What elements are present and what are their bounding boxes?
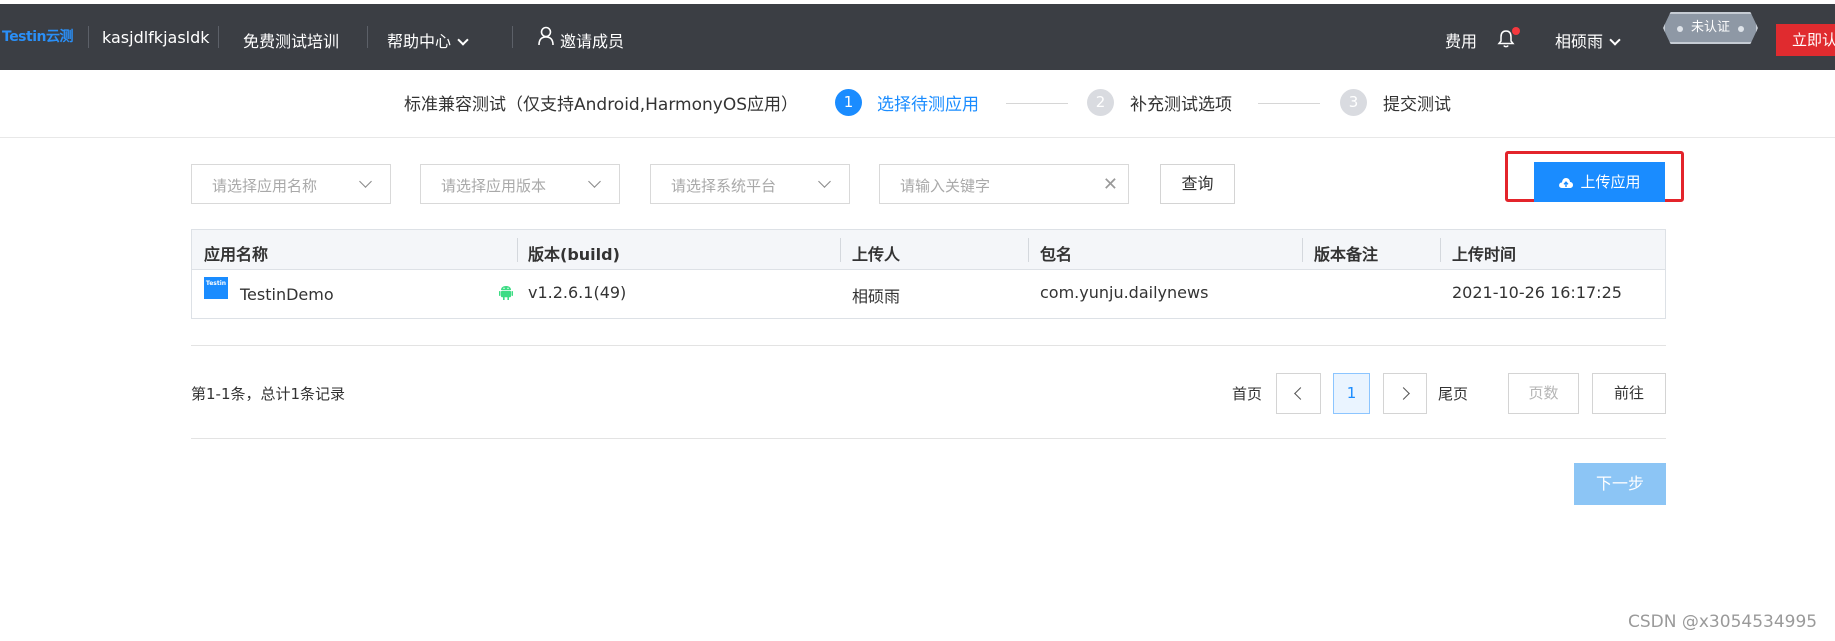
column-divider <box>517 238 518 262</box>
step-3-number: 3 <box>1340 89 1367 116</box>
nav-divider <box>88 26 89 48</box>
step-1-number: 1 <box>835 89 862 116</box>
step-2-number: 2 <box>1087 89 1114 116</box>
invite-member-link[interactable]: 邀请成员 <box>560 28 624 52</box>
nav-help-menu[interactable]: 帮助中心 <box>387 28 469 52</box>
keyword-placeholder: 请输入关键字 <box>900 177 991 195</box>
watermark: CSDN @x3054534995 <box>1628 612 1818 632</box>
badge-dot <box>1738 26 1744 32</box>
chevron-right-icon <box>1396 387 1410 400</box>
workspace-name[interactable]: kasjdlfkjasldk <box>102 28 210 47</box>
app-version-placeholder: 请选择应用版本 <box>441 177 547 195</box>
certify-now-button[interactable]: 立即认证 <box>1776 24 1835 56</box>
column-header-version: 版本(build) <box>528 245 620 264</box>
nav-divider <box>512 26 513 48</box>
column-divider <box>1440 238 1441 262</box>
testin-logo[interactable]: Testin云测 <box>2 26 73 46</box>
person-icon[interactable] <box>538 26 556 46</box>
platform-placeholder: 请选择系统平台 <box>671 177 777 195</box>
uploader-cell: 相硕雨 <box>852 287 901 306</box>
step-connector <box>1006 103 1068 104</box>
user-menu[interactable]: 相硕雨 <box>1555 28 1621 52</box>
app-name-cell[interactable]: TestinDemo <box>240 285 334 304</box>
chevron-left-icon <box>1294 387 1307 400</box>
page-number-placeholder: 页数 <box>1528 384 1559 402</box>
app-table: 应用名称 版本(build) 上传人 包名 版本备注 上传时间 Testin T… <box>191 229 1666 319</box>
first-page-link[interactable]: 首页 <box>1232 383 1262 404</box>
step-1-label: 选择待测应用 <box>877 95 979 115</box>
upload-app-label: 上传应用 <box>1580 173 1641 191</box>
column-header-app-name: 应用名称 <box>204 245 269 264</box>
step-2-label: 补充测试选项 <box>1130 95 1232 115</box>
nav-divider <box>218 26 219 48</box>
app-version-select[interactable]: 请选择应用版本 <box>420 164 620 204</box>
column-header-upload-time: 上传时间 <box>1452 245 1517 264</box>
upload-app-button[interactable]: 上传应用 <box>1534 162 1665 202</box>
step-connector <box>1258 103 1320 104</box>
package-cell: com.yunju.dailynews <box>1040 283 1209 302</box>
prev-page-button[interactable] <box>1276 373 1321 414</box>
clear-icon[interactable]: ✕ <box>1103 174 1118 195</box>
chevron-down-icon <box>359 175 372 188</box>
last-page-link[interactable]: 尾页 <box>1438 383 1468 404</box>
keyword-search-input[interactable]: 请输入关键字 ✕ <box>879 164 1129 204</box>
column-header-note: 版本备注 <box>1314 245 1379 264</box>
badge-dot <box>1677 26 1683 32</box>
app-name-select[interactable]: 请选择应用名称 <box>191 164 391 204</box>
version-cell: v1.2.6.1(49) <box>528 283 627 302</box>
nav-fees-link[interactable]: 费用 <box>1445 28 1477 52</box>
column-divider <box>840 238 841 262</box>
notification-dot <box>1512 27 1520 35</box>
go-to-page-button[interactable]: 前往 <box>1592 373 1666 414</box>
chevron-down-icon <box>588 175 601 188</box>
app-name-placeholder: 请选择应用名称 <box>212 177 318 195</box>
step-3-label: 提交测试 <box>1383 95 1451 115</box>
page-number-current[interactable]: 1 <box>1333 373 1370 414</box>
nav-help-label: 帮助中心 <box>387 32 452 51</box>
wizard-steps: 标准兼容测试（仅支持Android,HarmonyOS应用） 1 选择待测应用 … <box>0 70 1835 138</box>
nav-training-link[interactable]: 免费测试培训 <box>243 28 339 52</box>
records-summary: 第1-1条，总计1条记录 <box>191 385 346 403</box>
upload-time-cell: 2021-10-26 16:17:25 <box>1452 283 1622 302</box>
chevron-down-icon <box>1609 34 1621 46</box>
chevron-down-icon <box>457 34 469 46</box>
test-type-title: 标准兼容测试（仅支持Android,HarmonyOS应用） <box>404 95 798 115</box>
chevron-down-icon <box>818 175 831 188</box>
android-icon <box>499 286 513 300</box>
next-step-button[interactable]: 下一步 <box>1574 463 1666 505</box>
column-divider <box>1028 238 1029 262</box>
column-header-uploader: 上传人 <box>852 245 901 264</box>
column-divider <box>1302 238 1303 262</box>
page-number-input[interactable]: 页数 <box>1508 373 1579 414</box>
user-name: 相硕雨 <box>1555 32 1604 51</box>
column-header-package: 包名 <box>1040 245 1073 264</box>
divider <box>191 345 1666 346</box>
next-page-button[interactable] <box>1383 373 1427 414</box>
top-navbar: Testin云测 kasjdlfkjasldk 免费测试培训 帮助中心 邀请成员… <box>0 4 1835 70</box>
nav-divider <box>367 26 368 48</box>
badge-label: 未认证 <box>1690 20 1730 35</box>
upload-cloud-icon <box>1559 178 1574 188</box>
query-button[interactable]: 查询 <box>1160 164 1235 204</box>
divider <box>191 438 1666 439</box>
unverified-badge: 未认证 <box>1663 12 1758 44</box>
platform-select[interactable]: 请选择系统平台 <box>650 164 850 204</box>
table-header: 应用名称 版本(build) 上传人 包名 版本备注 上传时间 <box>192 230 1665 270</box>
app-logo-icon: Testin <box>204 277 228 299</box>
